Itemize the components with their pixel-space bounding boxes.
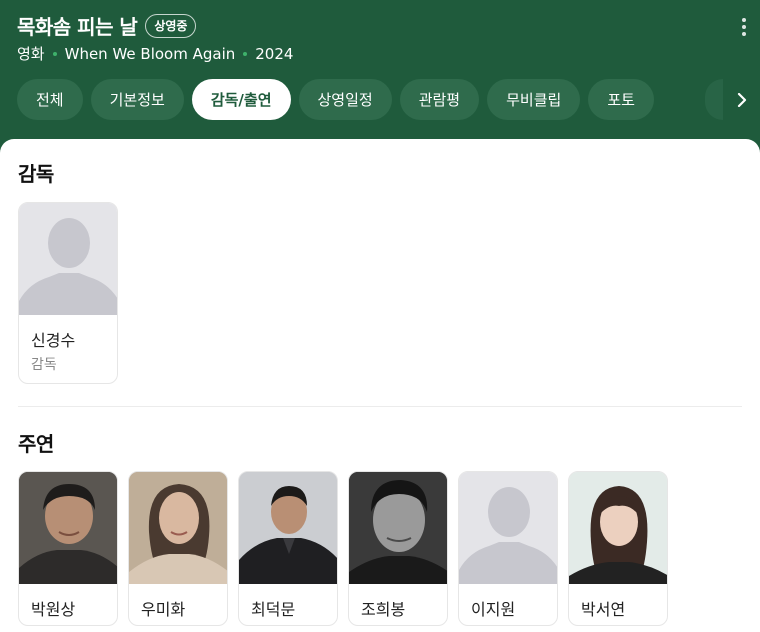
tab-director-cast[interactable]: 감독/출연 [191,79,291,120]
cast-photo [569,472,667,584]
cast-photo [129,472,227,584]
person-role: 감독 [31,357,57,373]
cast-section-title: 주연 [18,432,54,456]
tab-bar: 전체 기본정보 감독/출연 상영일정 관람평 무비클립 포토 [17,79,654,120]
person-name: 우미화 [141,600,186,619]
movie-title[interactable]: 목화솜 피는 날 [17,11,138,40]
tab-photos[interactable]: 포토 [588,79,654,120]
person-card-cast[interactable]: 최덕문 [238,471,338,626]
person-card-cast[interactable]: 박원상 [18,471,118,626]
cast-photo [239,472,337,584]
director-section-title: 감독 [18,162,54,186]
person-name: 박서연 [581,600,626,619]
person-name: 최덕문 [251,600,296,619]
person-name: 박원상 [31,600,76,619]
person-card-director[interactable]: 신경수 감독 [18,202,118,384]
person-silhouette-icon [19,203,117,315]
section-divider [18,406,742,407]
tab-all[interactable]: 전체 [17,79,83,120]
person-name: 조희봉 [361,600,406,619]
separator-dot [52,51,57,56]
person-silhouette-icon [459,472,557,584]
person-card-cast[interactable]: 박서연 [568,471,668,626]
person-card-cast[interactable]: 조희봉 [348,471,448,626]
cast-photo [19,472,117,584]
tab-movie-clips[interactable]: 무비클립 [487,79,581,120]
separator-dot [243,51,248,56]
chevron-right-icon[interactable] [730,88,754,112]
movie-header: 목화솜 피는 날 상영중 영화 When We Bloom Again 2024… [0,0,760,150]
person-card-cast[interactable]: 이지원 [458,471,558,626]
person-name: 신경수 [31,331,76,350]
cast-photo [349,472,447,584]
content-panel: 감독 신경수 감독 주연 박원상 우미화 최덕문 조희봉 이지원 박서연 [0,139,760,632]
tab-basic-info[interactable]: 기본정보 [90,79,184,120]
more-vertical-icon[interactable] [740,18,748,36]
title-row: 목화솜 피는 날 상영중 [17,11,197,40]
meta-year: 2024 [255,44,294,63]
person-name: 이지원 [471,600,516,619]
movie-meta: 영화 When We Bloom Again 2024 [17,43,293,64]
meta-category: 영화 [17,45,45,63]
meta-english-title: When We Bloom Again [64,44,236,63]
status-badge: 상영중 [145,13,197,38]
person-card-cast[interactable]: 우미화 [128,471,228,626]
tab-showtimes[interactable]: 상영일정 [298,79,392,120]
tab-reviews[interactable]: 관람평 [399,79,480,120]
